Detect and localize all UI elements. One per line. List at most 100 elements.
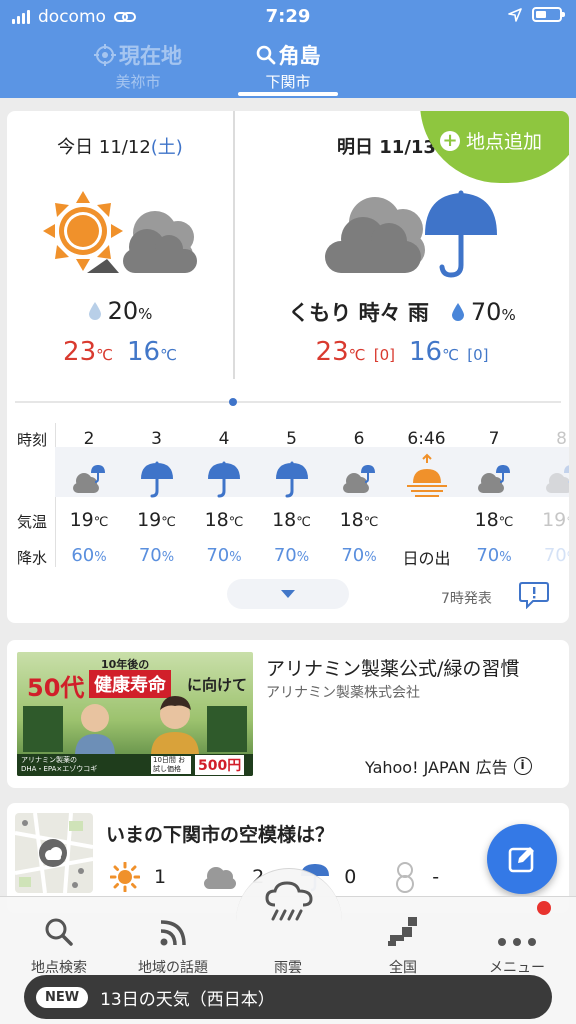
ad-card[interactable]: 10年後の 50代 健康寿命 に向けて アリナミン製薬の DHA・EPA×エゾウ…	[7, 640, 569, 788]
add-location-label: 地点追加	[466, 131, 543, 153]
cloud-umbrella-icon	[542, 459, 569, 499]
cloud-with-umbrella-icon	[325, 190, 497, 278]
sun-count: 1	[154, 866, 167, 888]
feed-icon	[160, 920, 186, 946]
today-low: 16	[127, 337, 161, 367]
feedback-icon[interactable]	[519, 581, 549, 609]
cloud-umbrella-icon	[69, 459, 109, 499]
hourly-time: 7	[488, 429, 500, 449]
tomorrow-high: 23	[315, 337, 349, 367]
today-rain-chance: 20%	[7, 297, 233, 325]
umbrella-icon	[137, 459, 177, 499]
tomorrow-low: 16	[409, 337, 443, 367]
tomorrow-low-diff: [0]	[467, 346, 489, 364]
tomorrow-rain-value: 70	[470, 298, 502, 326]
issued-time: 7時発表	[441, 591, 492, 607]
hourly-temp-label: 気温	[17, 513, 48, 531]
hourly-temp: 18℃	[272, 509, 311, 531]
sky-report-title: いまの下関市の空模様は？	[106, 824, 335, 846]
forecast-card: 今日 11/12(土) 20% 23℃ 16℃ 明日 11/13 くもり 時々 …	[7, 111, 569, 623]
ad-title[interactable]: アリナミン製薬公式/緑の習慣	[266, 654, 519, 681]
ad-label[interactable]: Yahoo! JAPAN 広告 i	[365, 754, 532, 778]
ad-people-illustration	[23, 696, 247, 756]
today-rain-value: 20	[107, 297, 139, 325]
nav-label: 全国	[389, 960, 417, 976]
hourly-time: 3	[151, 429, 162, 449]
umbrella-icon	[204, 459, 244, 499]
location-arrow-icon	[508, 7, 522, 22]
more-dots-icon	[498, 938, 536, 946]
today-weekday: (土)	[150, 137, 183, 158]
hourly-temp: 18℃	[339, 509, 379, 531]
hourly-rain: 日の出	[402, 549, 451, 568]
day-scroll-track	[15, 401, 561, 403]
nav-local-topics[interactable]: 地域の話題	[118, 897, 228, 977]
hourly-time: 5	[286, 429, 297, 449]
tab-title: 角島	[278, 44, 321, 68]
expand-forecast-button[interactable]	[227, 579, 349, 609]
news-banner[interactable]: NEW 13日の天気（西日本）	[24, 975, 552, 1019]
status-bar: docomo 7:29	[0, 0, 576, 34]
nav-nationwide[interactable]: 全国	[348, 897, 458, 977]
today-high: 23	[63, 337, 97, 367]
pct-unit: %	[501, 306, 516, 324]
tab-kakushima[interactable]: 角島 下関市	[230, 40, 346, 92]
news-text: 13日の天気（西日本）	[100, 989, 275, 1010]
search-icon	[256, 45, 275, 65]
hourly-temp: 19℃	[137, 509, 176, 531]
battery-icon	[532, 7, 565, 22]
ad-label-text: Yahoo! JAPAN 広告	[365, 758, 508, 777]
ad-image[interactable]: 10年後の 50代 健康寿命 に向けて アリナミン製薬の DHA・EPA×エゾウ…	[17, 652, 253, 776]
ad-image-trial: 10日間 お試し価格	[151, 756, 191, 774]
ad-image-note: アリナミン製薬の DHA・EPA×エゾウコギ	[21, 756, 98, 773]
tab-current-location[interactable]: 現在地 美祢市	[78, 40, 198, 92]
today-temps: 23℃ 16℃	[7, 337, 233, 367]
today-label: 今日 11/12	[57, 137, 151, 158]
hourly-item: 3 19℃ 70%	[123, 423, 191, 571]
hourly-rain: 70%	[206, 545, 242, 566]
hourly-item: 7 18℃ 70%	[460, 423, 528, 571]
ad-image-price: 500円	[195, 755, 245, 775]
tomorrow-condition: くもり 時々 雨	[288, 301, 429, 325]
hourly-temp: 18℃	[204, 509, 244, 531]
hourly-rain-label: 降水	[17, 549, 48, 567]
hourly-rain: 70%	[543, 545, 569, 566]
ad-advertiser: アリナミン製薬株式会社	[266, 685, 420, 701]
hourly-item: 2 19℃ 60%	[55, 423, 123, 571]
info-icon[interactable]: i	[513, 757, 532, 775]
tab-subtitle: 美祢市	[115, 73, 161, 91]
nav-label: 地点検索	[31, 960, 87, 976]
search-icon	[45, 918, 73, 946]
sun-icon	[110, 862, 140, 892]
hourly-rain: 70%	[341, 545, 377, 566]
nav-location-search[interactable]: 地点検索	[4, 897, 114, 977]
pct-unit: %	[138, 305, 153, 323]
location-target-icon	[94, 44, 116, 66]
cloud-umbrella-icon	[474, 459, 514, 499]
japan-map-icon	[388, 917, 417, 946]
deg-unit: ℃	[442, 346, 459, 364]
nav-label: 雨雲	[274, 960, 302, 976]
hourly-temp: 19℃	[69, 509, 109, 531]
hourly-rain: 60%	[71, 545, 107, 566]
tomorrow-temps: 23℃ [0] 16℃ [0]	[235, 337, 569, 367]
hourly-rain: 70%	[273, 545, 310, 566]
hourly-item: 6:46 日の出	[393, 423, 461, 571]
raindrop-icon	[88, 302, 101, 320]
today-forecast[interactable]: 今日 11/12(土) 20% 23℃ 16℃	[7, 111, 233, 381]
hourly-rain: 70%	[476, 545, 512, 566]
post-report-button[interactable]	[487, 824, 557, 894]
hourly-item: 6 18℃ 70%	[325, 423, 393, 571]
umbrella-icon	[272, 459, 312, 499]
tab-title: 現在地	[119, 44, 182, 68]
hourly-item: 5 18℃ 70%	[258, 423, 326, 571]
edit-icon	[508, 847, 534, 873]
notification-badge	[537, 901, 551, 915]
nav-menu[interactable]: メニュー	[462, 897, 572, 977]
ad-image-headline: 健康寿命	[89, 670, 171, 698]
nav-label: 地域の話題	[138, 960, 208, 976]
raindrop-icon	[451, 303, 464, 321]
rain-count: 0	[344, 866, 357, 888]
tomorrow-high-diff: [0]	[373, 346, 395, 364]
hourly-time: 8	[556, 429, 567, 449]
